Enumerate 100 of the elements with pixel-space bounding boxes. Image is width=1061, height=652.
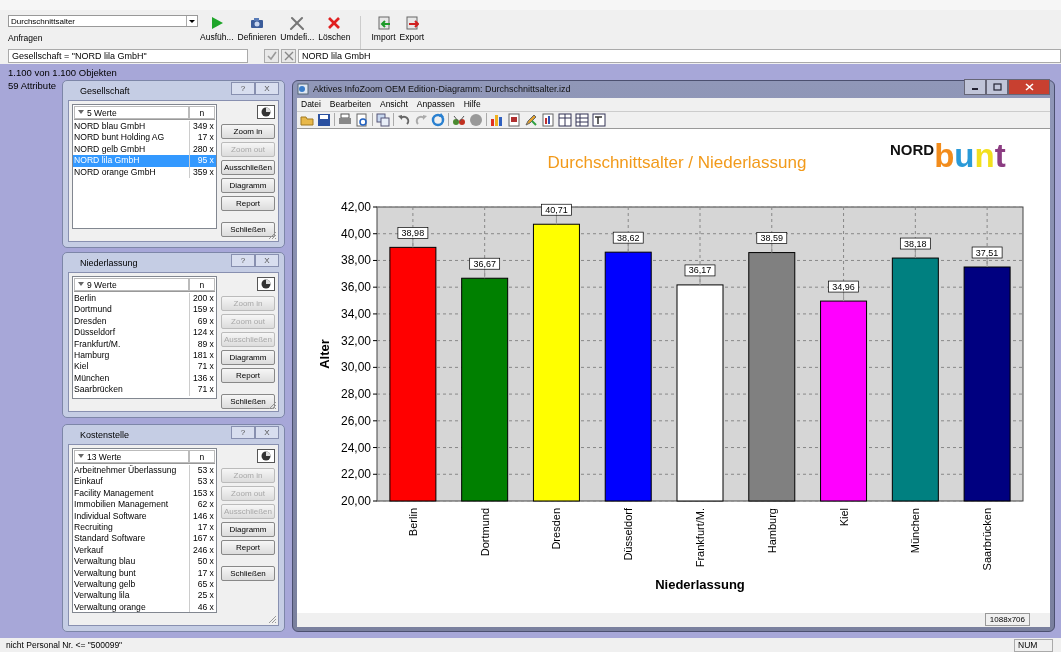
y-tick-label: 30,00 — [340, 360, 371, 375]
table-icon[interactable] — [575, 112, 589, 127]
list-row[interactable]: Hamburg 181 x — [73, 349, 216, 362]
play-icon — [209, 16, 224, 30]
close-button[interactable]: X — [255, 253, 279, 267]
value-label: 37,51 — [971, 246, 1003, 259]
list-row[interactable]: Immobilien Management 62 x — [73, 499, 216, 511]
list-row[interactable]: Düsseldorf 124 x — [73, 327, 216, 339]
preview-icon[interactable] — [355, 112, 369, 127]
import-icon — [376, 16, 391, 30]
menu-item[interactable]: Bearbeiten — [329, 99, 371, 110]
list-row[interactable]: Verkauf 246 x — [73, 544, 216, 557]
panel-button[interactable]: Diagramm — [221, 350, 275, 365]
maximize-button[interactable] — [986, 79, 1008, 96]
pie-icon — [261, 451, 271, 461]
count-header[interactable]: n — [188, 106, 215, 119]
panel-button[interactable]: Report — [221, 368, 275, 383]
redefine-button[interactable]: Umdefi... — [278, 10, 317, 42]
list-row[interactable]: Verwaltung orange 46 x — [73, 601, 216, 612]
x-tick-label: München — [909, 507, 922, 554]
import-button[interactable]: Import — [369, 10, 398, 42]
minimize-button[interactable] — [964, 79, 986, 96]
help-button[interactable]: ? — [231, 425, 255, 439]
panel-button[interactable]: Report — [221, 540, 275, 555]
list-row[interactable]: Arbeitnehmer Überlassung 53 x — [73, 465, 216, 477]
list-row[interactable]: Facility Management 153 x — [73, 487, 216, 500]
list-row[interactable]: Saarbrücken 71 x — [73, 384, 216, 396]
filter-value-field[interactable]: NORD lila GmbH — [298, 49, 1061, 63]
count-header[interactable]: n — [188, 278, 215, 291]
list-row[interactable]: Verwaltung bunt 17 x — [73, 567, 216, 579]
list-row[interactable]: Dortmund 159 x — [73, 304, 216, 316]
panel-button[interactable]: Schließen — [221, 566, 275, 581]
list-header[interactable]: 5 Werte — [74, 106, 189, 119]
pencil-icon[interactable] — [524, 112, 538, 127]
export-button[interactable]: Export — [397, 10, 427, 42]
resize-grip-icon[interactable] — [268, 401, 277, 410]
document-icon[interactable] — [507, 112, 521, 127]
panel-button[interactable]: Ausschließen — [221, 160, 275, 175]
copy-icon[interactable] — [376, 112, 390, 127]
sort-icon — [78, 110, 84, 115]
list-row[interactable]: Berlin 200 x — [73, 293, 216, 305]
resize-grip-icon[interactable] — [268, 231, 277, 240]
panel-button[interactable]: Schließen — [221, 394, 275, 409]
panel-button[interactable]: Schließen — [221, 222, 275, 237]
list-header[interactable]: 9 Werte — [74, 278, 189, 291]
list-row[interactable]: Verwaltung gelb 65 x — [73, 578, 216, 591]
close-button[interactable] — [1008, 79, 1050, 96]
chart-toggle-button[interactable] — [257, 277, 275, 291]
filter-expression-field[interactable]: Gesellschaft = "NORD lila GmbH" — [8, 49, 248, 63]
list-row[interactable]: Dresden 69 x — [73, 315, 216, 328]
list-row[interactable]: NORD blau GmbH 349 x — [73, 121, 216, 133]
chart-sheet-icon[interactable] — [541, 112, 555, 127]
list-row[interactable]: NORD bunt Holding AG 17 x — [73, 132, 216, 144]
count-header[interactable]: n — [188, 450, 215, 463]
value-count: 95 x — [188, 155, 216, 167]
menu-item[interactable]: Hilfe — [463, 99, 481, 110]
check-icon — [266, 51, 277, 61]
help-button[interactable]: ? — [231, 81, 255, 95]
list-header[interactable]: 13 Werte — [74, 450, 189, 463]
refresh-icon[interactable] — [431, 112, 445, 127]
close-button[interactable]: X — [255, 425, 279, 439]
chart-toggle-button[interactable] — [257, 105, 275, 119]
value-count: 53 x — [188, 476, 216, 488]
close-button[interactable]: X — [255, 81, 279, 95]
undo-icon[interactable] — [397, 112, 411, 127]
resize-grip-icon[interactable] — [268, 615, 277, 624]
list-row[interactable]: München 136 x — [73, 372, 216, 385]
panel-button[interactable]: Diagramm — [221, 178, 275, 193]
printer-icon[interactable] — [338, 112, 352, 127]
value-name: Düsseldorf — [73, 327, 117, 339]
list-row[interactable]: Standard Software 167 x — [73, 533, 216, 545]
panel-button[interactable]: Diagramm — [221, 522, 275, 537]
list-row[interactable]: Frankfurt/M. 89 x — [73, 338, 216, 350]
help-button[interactable]: ? — [231, 253, 255, 267]
menu-item[interactable]: Datei — [301, 99, 321, 110]
list-row[interactable]: Recruiting 17 x — [73, 521, 216, 534]
list-row[interactable]: Verwaltung blau 50 x — [73, 556, 216, 568]
menu-item[interactable]: Ansicht — [379, 99, 408, 110]
list-row[interactable]: Kiel 71 x — [73, 361, 216, 373]
list-row[interactable]: NORD orange GmbH 359 x — [73, 166, 216, 178]
bar-chart-icon[interactable] — [490, 112, 504, 127]
text-box-icon[interactable] — [592, 112, 606, 127]
list-row[interactable]: Einkauf 53 x — [73, 476, 216, 488]
list-row[interactable]: Verwaltung lila 25 x — [73, 590, 216, 602]
query-select[interactable]: Durchschnittsalter — [8, 15, 198, 27]
value-label: 36,17 — [684, 264, 716, 277]
dropdown-arrow-icon[interactable] — [186, 16, 197, 26]
panel-button[interactable]: Report — [221, 196, 275, 211]
value-name: Berlin — [73, 293, 97, 305]
chart-toggle-button[interactable] — [257, 449, 275, 463]
define-button[interactable]: Definieren — [235, 10, 279, 42]
table-icon[interactable] — [558, 112, 572, 127]
delete-button[interactable]: Löschen — [316, 10, 353, 42]
panel-button[interactable]: Zoom in — [221, 124, 275, 139]
menu-item[interactable]: Anpassen — [416, 99, 455, 110]
y-tick-label: 36,00 — [340, 280, 371, 295]
list-row[interactable]: Individual Software 146 x — [73, 510, 216, 522]
value-count: 146 x — [188, 510, 216, 522]
run-button[interactable]: Ausfüh... — [198, 10, 236, 42]
cancel-button[interactable] — [281, 49, 296, 63]
